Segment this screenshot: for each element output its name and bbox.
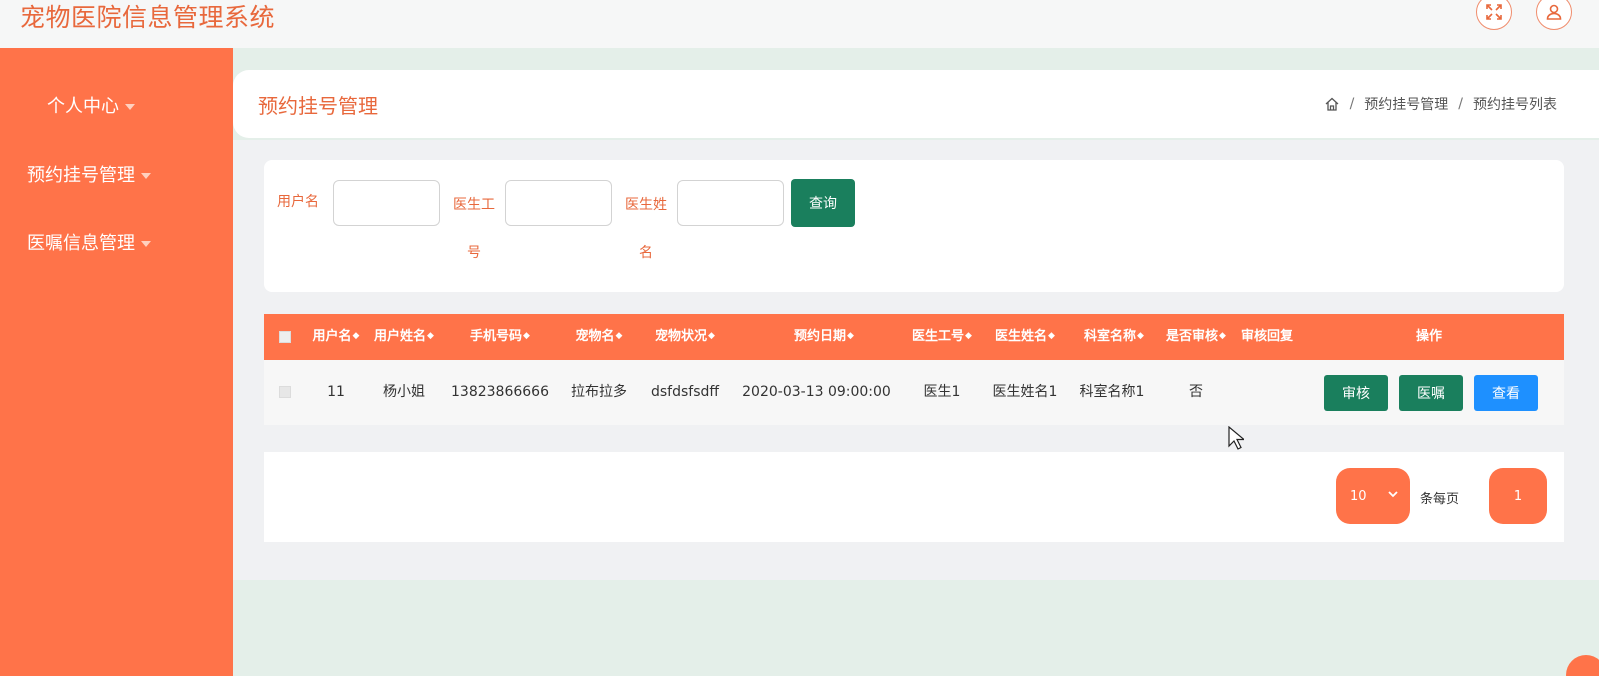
page-number-button[interactable]: 1 (1489, 468, 1547, 524)
page-header: 预约挂号管理 / 预约挂号管理 / 预约挂号列表 (233, 70, 1599, 138)
sort-icon: ◆ (615, 331, 623, 341)
cell-pet: 拉布拉多 (571, 384, 627, 400)
caret-down-icon (125, 104, 135, 110)
caret-down-icon (141, 241, 151, 247)
sort-icon: ◆ (847, 331, 854, 341)
appointment-table: 用户名◆ 用户姓名◆ 手机号码◆ 宠物名◆ 宠物状况◆ 预约日期◆ 医生工号◆ … (264, 314, 1564, 425)
medical-order-button[interactable]: 医嘱 (1399, 375, 1463, 411)
username-input[interactable] (333, 180, 440, 226)
column-header[interactable]: 是否审核◆ (1157, 314, 1235, 360)
sort-icon: ◆ (708, 331, 715, 341)
doctor-name-input[interactable] (677, 180, 784, 226)
sort-icon: ◆ (1219, 331, 1226, 341)
search-panel: 用户名 医生工号 医生姓名 查询 (264, 160, 1564, 292)
column-header: 操作 (1415, 329, 1442, 344)
sort-icon: ◆ (523, 331, 530, 341)
username-label: 用户名 (277, 194, 319, 210)
column-header[interactable]: 预约日期◆ (769, 314, 879, 360)
cell-name: 杨小姐 (383, 384, 425, 400)
column-header[interactable]: 手机号码◆ (454, 314, 546, 360)
breadcrumb: / 预约挂号管理 / 预约挂号列表 (1324, 94, 1557, 114)
select-all-checkbox[interactable] (279, 331, 291, 343)
expand-icon (1486, 4, 1502, 20)
breadcrumb-separator: / (1349, 96, 1355, 112)
chevron-down-icon (1388, 491, 1398, 498)
sidebar-item-personal-center[interactable]: 个人中心 (0, 92, 233, 118)
home-icon[interactable] (1324, 96, 1340, 112)
sort-icon: ◆ (352, 331, 360, 341)
sidebar-item-label: 预约挂号管理 (27, 165, 135, 186)
doctor-name-label: 医生姓名 (625, 197, 667, 261)
column-header: 审核回复 (1240, 329, 1293, 344)
breadcrumb-separator: / (1458, 96, 1463, 112)
mouse-cursor-icon (1228, 426, 1244, 450)
cell-reply (1236, 360, 1298, 424)
column-header[interactable]: 宠物状况◆ (646, 314, 724, 360)
row-checkbox[interactable] (279, 386, 291, 398)
column-header[interactable]: 宠物名◆ (564, 314, 634, 360)
fullscreen-button[interactable] (1476, 0, 1512, 30)
page-size-select[interactable]: 10 (1336, 468, 1410, 524)
sort-icon: ◆ (1048, 331, 1055, 341)
sort-icon: ◆ (965, 331, 972, 341)
doctor-id-label: 医生工号 (453, 197, 495, 261)
column-header[interactable]: 医生姓名◆ (987, 314, 1063, 360)
cell-username: 11 (327, 384, 345, 400)
table-header: 用户名◆ 用户姓名◆ 手机号码◆ 宠物名◆ 宠物状况◆ 预约日期◆ 医生工号◆ … (264, 314, 1564, 360)
query-button[interactable]: 查询 (791, 179, 855, 227)
cell-date: 2020-03-13 09:00:00 (742, 384, 891, 400)
cell-doctor-id: 医生1 (923, 384, 961, 400)
cell-phone: 13823866666 (451, 384, 549, 400)
sidebar-item-label: 医嘱信息管理 (27, 233, 135, 254)
sidebar: 个人中心 预约挂号管理 医嘱信息管理 (0, 48, 233, 676)
page-title: 预约挂号管理 (258, 94, 378, 118)
column-header[interactable]: 科室名称◆ (1074, 314, 1154, 360)
column-header[interactable]: 用户姓名◆ (368, 314, 440, 360)
breadcrumb-item[interactable]: 预约挂号管理 (1364, 94, 1448, 114)
review-button[interactable]: 审核 (1324, 375, 1388, 411)
user-menu-button[interactable] (1536, 0, 1572, 30)
app-title: 宠物医院信息管理系统 (20, 3, 276, 32)
column-header[interactable]: 医生工号◆ (904, 314, 980, 360)
top-header: 宠物医院信息管理系统 (0, 0, 1599, 48)
sidebar-item-label: 个人中心 (47, 96, 119, 117)
sort-icon: ◆ (427, 331, 434, 341)
floating-button[interactable] (1566, 655, 1599, 676)
breadcrumb-item-current: 预约挂号列表 (1473, 97, 1557, 113)
pagination: 10 条每页 1 (264, 452, 1564, 542)
page-size-value: 10 (1350, 488, 1367, 504)
user-icon (1546, 4, 1562, 20)
view-button[interactable]: 查看 (1474, 375, 1538, 411)
per-page-label: 条每页 (1420, 492, 1460, 507)
sidebar-item-appointment[interactable]: 预约挂号管理 (0, 161, 233, 187)
column-header[interactable]: 用户名◆ (306, 314, 366, 360)
cell-pet-status: dsfdsfsdff (650, 384, 720, 400)
cell-reviewed: 否 (1189, 384, 1203, 400)
sort-icon: ◆ (1137, 331, 1144, 341)
doctor-id-input[interactable] (505, 180, 612, 226)
caret-down-icon (141, 173, 151, 179)
sidebar-item-medical-orders[interactable]: 医嘱信息管理 (0, 229, 233, 255)
cell-dept: 科室名称1 (1079, 384, 1145, 400)
cell-doctor-name: 医生姓名1 (992, 384, 1058, 400)
